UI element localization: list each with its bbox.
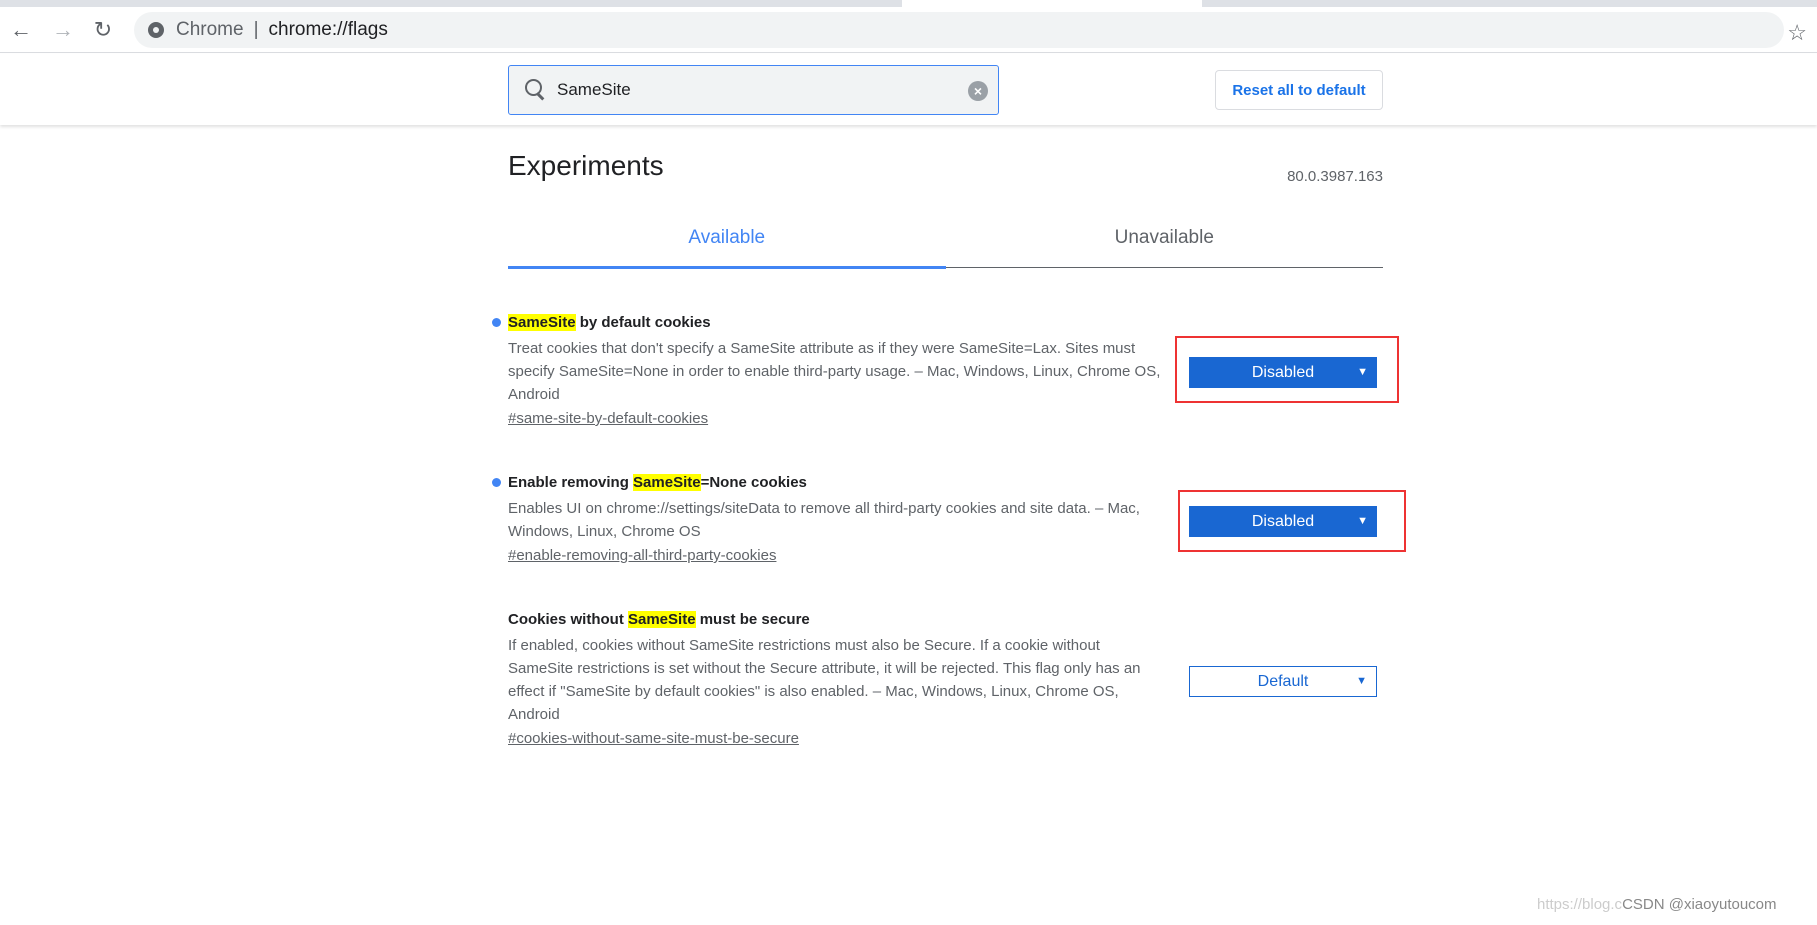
bookmark-star-icon[interactable]: ☆ [1787,20,1807,46]
url-text: chrome://flags [268,19,388,40]
page-title: Experiments [508,150,664,181]
flag-description: Enables UI on chrome://settings/siteData… [508,500,1140,540]
flags-header: × Reset all to default [0,54,1817,125]
forward-icon[interactable]: → [50,17,76,43]
flag-link[interactable]: #same-site-by-default-cookies [508,410,708,427]
reset-all-button[interactable]: Reset all to default [1215,70,1383,110]
flag-description: Treat cookies that don't specify a SameS… [508,340,1161,403]
address-bar[interactable]: Chrome | chrome://flags [134,12,1784,48]
modified-dot-icon [492,318,501,327]
active-tab[interactable] [902,0,1202,7]
flag-title: SameSite by default cookies [508,314,711,331]
separator: | [253,19,259,40]
flag-link[interactable]: #enable-removing-all-third-party-cookies [508,547,776,564]
search-input[interactable] [557,80,957,100]
omnibox-prefix: Chrome [176,19,244,40]
tab-available[interactable]: Available [508,218,946,269]
dropdown-caret-icon: ▼ [1356,675,1367,687]
search-box: × [508,65,999,115]
search-icon [523,77,549,103]
clear-search-icon[interactable]: × [968,81,988,101]
flag-select[interactable]: Disabled ▼ [1189,357,1377,388]
flag-select[interactable]: Default ▼ [1189,666,1377,697]
tab-strip [0,0,1817,7]
flag-select[interactable]: Disabled ▼ [1189,506,1377,537]
modified-dot-icon [492,478,501,487]
flag-link[interactable]: #cookies-without-same-site-must-be-secur… [508,730,799,747]
tab-bar: Available Unavailable [508,218,1384,269]
flag-description: If enabled, cookies without SameSite res… [508,637,1141,723]
dropdown-caret-icon: ▼ [1357,515,1368,527]
chrome-icon [148,22,164,38]
dropdown-caret-icon: ▼ [1357,366,1368,378]
reload-icon[interactable]: ↻ [90,17,116,43]
browser-toolbar: ← → ↻ Chrome | chrome://flags ☆ [0,7,1817,53]
tab-unavailable[interactable]: Unavailable [946,218,1384,267]
back-icon[interactable]: ← [8,17,34,43]
watermark: https://blog.cCSDN @xiaoyutoucom [1537,896,1777,913]
version-label: 80.0.3987.163 [1287,168,1383,185]
flag-title: Cookies without SameSite must be secure [508,611,810,628]
